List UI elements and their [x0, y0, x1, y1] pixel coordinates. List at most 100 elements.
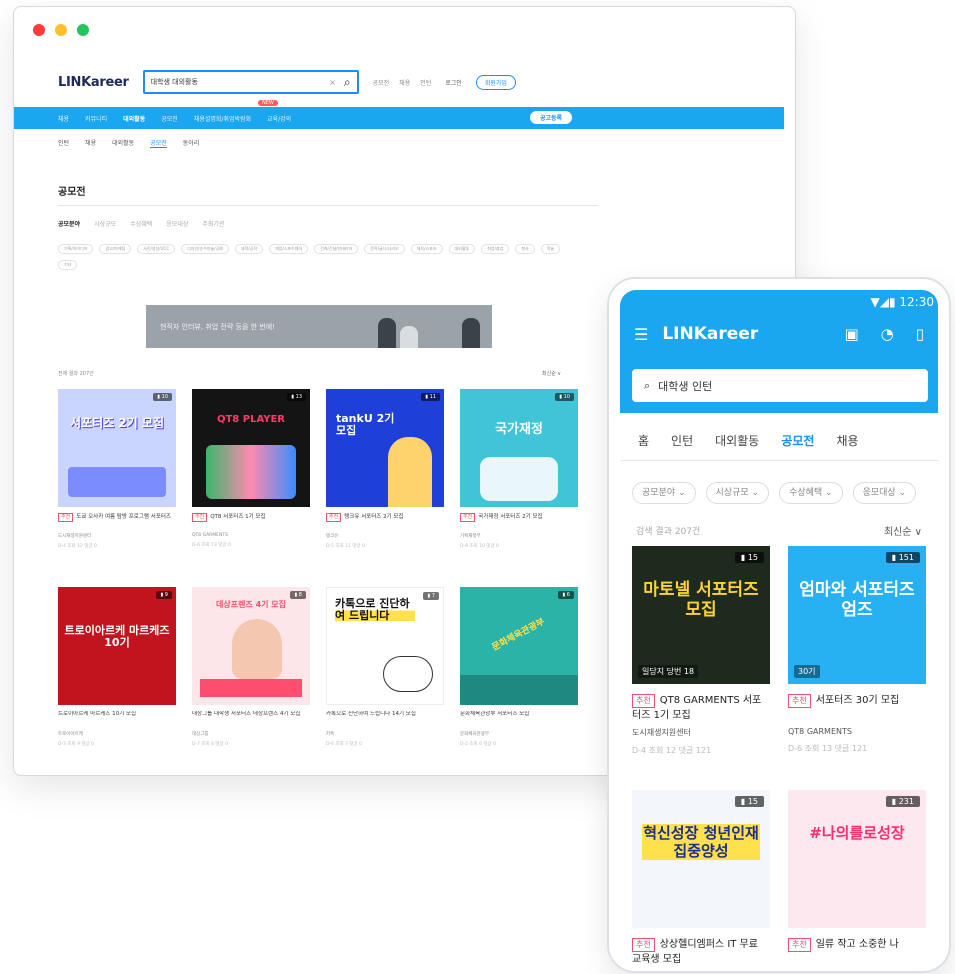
sort-select[interactable]: 최신순 ∨	[542, 370, 561, 377]
search-input[interactable]: ⌕ 대학생 인턴	[632, 369, 928, 402]
filter-chip[interactable]: 응모대상 ⌄	[852, 482, 917, 504]
filter-tab[interactable]: 응모대상	[166, 219, 188, 228]
clear-icon[interactable]: ×	[329, 78, 336, 87]
subnav-item[interactable]: 인턴	[58, 138, 69, 148]
category-chip[interactable]: 게임/소프트웨어	[269, 244, 309, 254]
search-icon: ⌕	[644, 378, 651, 392]
util-link[interactable]: 인턴	[420, 78, 431, 87]
contest-card[interactable]: ▮ 13 QT8 PLAYER 추천 QT8 서포터즈 1기 모집 QT8 GAR…	[192, 389, 310, 548]
category-chip[interactable]: 디자인/순수미술/공예	[181, 244, 229, 254]
card-meta: D-7 조회 8 댓글 0	[192, 742, 228, 747]
nav-item[interactable]: 채용	[58, 114, 69, 123]
nav-item-active[interactable]: 대외활동	[123, 114, 145, 123]
subnav-item-active[interactable]: 공모전	[150, 138, 167, 148]
filter-tab[interactable]: 주최기관	[202, 219, 224, 228]
nav-item[interactable]: 교육/강의	[267, 114, 291, 123]
contest-card[interactable]: ▮ 15 마토넬 서포터즈 모집일당지 당번 18 추천 QT8 GARMENTS 서…	[632, 546, 770, 756]
subnav-item[interactable]: 동아리	[183, 138, 200, 148]
contest-card[interactable]: ▮ 10 국가재정 추천 국가재정 서포터즈 2기 모집 기획재정부 D-8 조회…	[460, 389, 578, 549]
logo[interactable]: LINKareer	[662, 324, 758, 344]
subnav-item[interactable]: 대외활동	[112, 138, 134, 148]
category-chip[interactable]: 체육/스포츠	[410, 244, 443, 254]
bookmark-icon[interactable]: ▮ 9	[156, 591, 172, 599]
filter-chip[interactable]: 시상규모 ⌄	[705, 482, 770, 504]
category-chip[interactable]: 사진/영상/UCC	[137, 244, 176, 254]
tab-item[interactable]: 인턴	[671, 432, 693, 449]
category-chip[interactable]: 과학/공학	[234, 244, 264, 254]
tab-item[interactable]: 채용	[836, 432, 858, 449]
category-chip[interactable]: 대외활동	[448, 244, 476, 254]
contest-card[interactable]: ▮ 11 tankU 2기 모집 추천 탱크유 서포터즈 2기 모집 탱크유 D-…	[326, 389, 444, 549]
search-icon[interactable]: ⌕	[344, 75, 351, 90]
bookmark-icon[interactable]: ▮ 10	[153, 393, 172, 401]
bookmark-icon[interactable]: ▮ 231	[885, 796, 920, 807]
nav-item[interactable]: 채용설명회/취업박람회	[194, 114, 251, 123]
thumb-headline: 마토넬 서포터즈 모집	[643, 580, 759, 621]
filter-tab[interactable]: 시상규모	[94, 219, 116, 228]
bookmark-icon[interactable]: ▮ 15	[734, 552, 764, 563]
bookmark-icon[interactable]: ▮ 8	[290, 591, 306, 599]
category-chip[interactable]: 학술	[540, 244, 561, 254]
bookmark-icon[interactable]: ▮ 15	[734, 796, 764, 807]
card-meta: D-2 조회 6 댓글 0	[460, 742, 496, 747]
contest-card[interactable]: ▮ 231 #나의를로성장 추천 일류 작고 소중한 나	[788, 790, 926, 964]
contest-card[interactable]: ▮ 8 데상프렌즈 4기 모집 대상그룹 대학생 서포터즈 데상프렌즈 4기 모…	[192, 587, 310, 747]
card-title: 추천 탱크유 서포터즈 2기 모집	[326, 513, 444, 529]
bookmark-icon[interactable]: ▮ 7	[423, 592, 439, 600]
bookmark-icon[interactable]: ▮ 13	[287, 393, 306, 401]
card-org: 대상그룹	[192, 732, 209, 737]
bookmark-icon[interactable]: ▮ 6	[558, 591, 574, 599]
category-chip[interactable]: 건축/건설/인테리어	[314, 244, 359, 254]
nav-item[interactable]: 커뮤니티	[85, 114, 107, 123]
card-org: 기획재정부	[460, 534, 481, 539]
filter-tab[interactable]: 수상혜택	[130, 219, 152, 228]
tab-item-active[interactable]: 공모전	[781, 432, 814, 449]
card-title: 추천 QT8 GARMENTS 서포터즈 1기 모집	[632, 693, 770, 723]
sort-select[interactable]: 최신순 ∨	[884, 523, 922, 538]
card-org: 문화체육관광부	[460, 732, 489, 737]
contest-card[interactable]: ▮ 6 문화체육관광부 문화체육관광부 서포터즈 모집 문화체육관광부 D-2 …	[460, 587, 578, 747]
signup-button[interactable]: 회원가입	[475, 74, 516, 90]
bookmark-icon[interactable]: ▮ 11	[421, 393, 440, 401]
status-bar: ▼◢▮ 12:30	[870, 295, 934, 309]
close-dot[interactable]	[33, 24, 45, 36]
recommend-tag: 추천	[632, 694, 655, 708]
bookmark-icon[interactable]: ▯	[916, 325, 924, 343]
contest-card[interactable]: ▮ 10 서포터즈 2기 모집 추천 도쿄 오사카 여름 탐방 프로그램 서포터즈…	[58, 389, 176, 549]
subnav-item[interactable]: 채용	[85, 138, 96, 148]
tab-item[interactable]: 대외활동	[715, 432, 759, 449]
nav-item[interactable]: 공모전	[161, 114, 178, 123]
calendar-icon[interactable]: ▣	[844, 325, 858, 343]
util-link[interactable]: 공모전	[373, 78, 390, 87]
thumb-subtext: 일당지 당번 18	[638, 665, 699, 678]
contest-card[interactable]: ▮ 9 트로이아르케 마르케즈 10기 트로이아르케 마르케즈 10기 모집 트…	[58, 587, 176, 747]
util-link[interactable]: 채용	[399, 78, 410, 87]
maximize-dot[interactable]	[77, 24, 89, 36]
category-chip[interactable]: 광고/마케팅	[99, 244, 132, 254]
category-chip[interactable]: 문학/글/시나리오	[364, 244, 405, 254]
category-chip[interactable]: 취업/창업	[481, 244, 510, 254]
contest-card[interactable]: ▮ 151 엄마와 서포터즈 엄즈 30기 추천 서포터즈 30기 모집 QT8 GARM…	[788, 546, 926, 754]
card-title: 추천 국가재정 서포터즈 2기 모집	[460, 513, 578, 529]
register-button[interactable]: 공고등록	[530, 111, 573, 124]
login-link[interactable]: 로그인	[445, 78, 462, 87]
logo[interactable]: LINKareer	[58, 75, 129, 90]
category-chip[interactable]: 기획/아이디어	[58, 244, 94, 254]
menu-icon[interactable]: ☰	[634, 325, 648, 344]
minimize-dot[interactable]	[55, 24, 67, 36]
recommend-tag: 추천	[788, 694, 811, 708]
search-input[interactable]: 대학생 대외활동 × ⌕	[142, 70, 359, 94]
filter-chip[interactable]: 수상혜택 ⌄	[779, 482, 843, 504]
bell-icon[interactable]: ◔	[881, 325, 894, 343]
filter-tab[interactable]: 공모분야	[58, 219, 80, 228]
category-chip[interactable]: 봉사	[515, 244, 535, 254]
bookmark-icon[interactable]: ▮ 10	[555, 393, 574, 401]
sort-label: 최신순	[542, 371, 556, 377]
bookmark-icon[interactable]: ▮ 151	[885, 552, 920, 563]
contest-card[interactable]: ▮ 15 혁신성장 청년인재 집중양성 추천 상상헬디엠퍼스 IT 무료 교육생 모집	[632, 790, 770, 964]
filter-chip[interactable]: 공모분야 ⌄	[632, 482, 696, 504]
category-chip[interactable]: 기타	[58, 260, 78, 270]
contest-card[interactable]: ▮ 7 카톡으로 진단하여 드립니다 카톡으로 진단하여 드립니다 14기 모집…	[326, 587, 444, 747]
tab-item[interactable]: 홈	[638, 432, 649, 449]
promo-banner[interactable]: 현직자 인터뷰, 취업 전략 등을 한 번에!	[146, 305, 492, 348]
